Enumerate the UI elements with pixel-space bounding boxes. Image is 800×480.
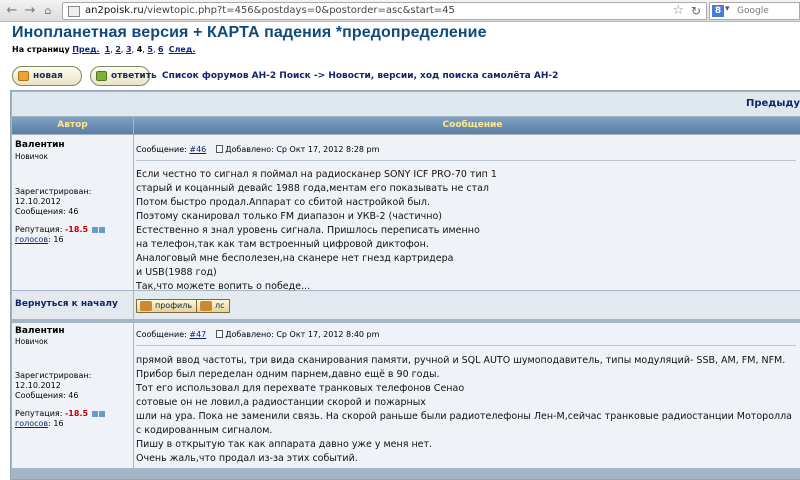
favicon-icon	[68, 6, 80, 17]
forward-arrow-icon[interactable]: →	[22, 3, 38, 19]
post-separator	[136, 345, 796, 346]
post-author-rank: Новичок	[15, 337, 49, 346]
post-number-link[interactable]: #46	[189, 145, 206, 154]
column-header-author: Автор	[12, 117, 133, 134]
author-registered: Зарегистрирован: 12.10.2012 Сообщения: 4…	[15, 187, 92, 216]
page-link-2[interactable]: 2	[115, 45, 121, 54]
profile-button[interactable]: профиль	[136, 299, 198, 313]
post-separator	[136, 160, 796, 161]
new-topic-icon	[18, 71, 29, 81]
search-box[interactable]: 8 ▾ Google	[709, 2, 800, 20]
page-link-6[interactable]: 6	[158, 45, 164, 54]
post-author-name[interactable]: Валентин	[15, 326, 65, 336]
prev-topic-link[interactable]: Предыдущ	[746, 98, 800, 109]
votes-link[interactable]: голосов	[15, 419, 48, 428]
post-body: прямой ввод частоты, три вида сканирован…	[136, 355, 792, 464]
pm-icon	[200, 301, 212, 311]
post-footer-right: профиль лс	[134, 291, 800, 319]
prev-topic-bar: Предыдущ	[12, 92, 800, 116]
post-author-cell: Валентин Новичок Зарегистрирован: 12.10.…	[12, 135, 133, 290]
pagination: На страницу Пред. 1, 2, 3, 4, 5, 6 След.	[12, 45, 196, 54]
back-arrow-icon[interactable]: ←	[4, 3, 20, 19]
address-bar[interactable]: an2poisk.ru/viewtopic.php?t=456&postdays…	[62, 2, 707, 20]
home-icon[interactable]: ⌂	[40, 3, 56, 19]
page-current: 4	[136, 45, 143, 54]
post-author-name[interactable]: Валентин	[15, 140, 65, 150]
page-link-3[interactable]: 3	[126, 45, 132, 54]
address-url[interactable]: an2poisk.ru/viewtopic.php?t=456&postdays…	[85, 5, 455, 16]
post-message-cell: Сообщение: #47 Добавлено: Ср Окт 17, 2012…	[134, 323, 800, 468]
search-engine-icon[interactable]: 8	[712, 5, 724, 17]
search-input[interactable]: Google	[737, 6, 769, 16]
post-message-cell: Сообщение: #46 Добавлено: Ср Окт 17, 2012…	[134, 135, 800, 292]
bookmark-star-icon[interactable]: ☆	[672, 3, 684, 18]
post-header: Сообщение: #47 Добавлено: Ср Окт 17, 2012…	[136, 330, 380, 339]
browser-toolbar: ← → ⌂ an2poisk.ru/viewtopic.php?t=456&po…	[0, 0, 800, 22]
post-icon	[216, 330, 224, 338]
author-reputation: Репутация: -18.5 голосов: 16	[15, 409, 105, 429]
back-to-top-link[interactable]: Вернуться к началу	[15, 299, 118, 309]
pm-button[interactable]: лс	[196, 299, 230, 313]
author-reputation: Репутация: -18.5 голосов: 16	[15, 225, 105, 245]
profile-icon	[140, 301, 152, 311]
column-header-message: Сообщение	[134, 117, 800, 134]
chevron-down-icon[interactable]: ▾	[725, 4, 730, 14]
reply-button[interactable]: ответить	[90, 66, 157, 86]
rep-minus-icon[interactable]	[98, 226, 105, 233]
rep-plus-icon[interactable]	[91, 410, 98, 417]
pagination-next[interactable]: След.	[169, 45, 196, 54]
post-author-rank: Новичок	[15, 152, 49, 161]
pagination-prev[interactable]: Пред.	[72, 45, 99, 54]
forum-table: Предыдущ Автор Сообщение Валентин Новичо…	[10, 90, 800, 480]
page-link-1[interactable]: 1	[105, 45, 111, 54]
topic-title[interactable]: Инопланетная версия + КАРТА падения *пре…	[12, 24, 487, 42]
post-footer-left: Вернуться к началу	[12, 291, 133, 319]
post-icon	[216, 145, 224, 153]
post-number-link[interactable]: #47	[189, 330, 206, 339]
breadcrumb[interactable]: Список форумов АН-2 Поиск -> Новости, ве…	[162, 71, 558, 81]
reply-icon	[96, 71, 107, 81]
rep-plus-icon[interactable]	[91, 226, 98, 233]
post-header: Сообщение: #46 Добавлено: Ср Окт 17, 2012…	[136, 145, 380, 154]
votes-link[interactable]: голосов	[15, 235, 48, 244]
new-topic-button[interactable]: новая тема	[12, 66, 82, 99]
page-link-5[interactable]: 5	[147, 45, 153, 54]
post-body: Если честно то сигнал я поймал на радиос…	[136, 169, 497, 292]
author-registered: Зарегистрирован: 12.10.2012 Сообщения: 4…	[15, 371, 92, 400]
post-author-cell: Валентин Новичок Зарегистрирован: 12.10.…	[12, 323, 133, 468]
rep-minus-icon[interactable]	[98, 410, 105, 417]
refresh-icon[interactable]: ↻	[691, 4, 701, 18]
